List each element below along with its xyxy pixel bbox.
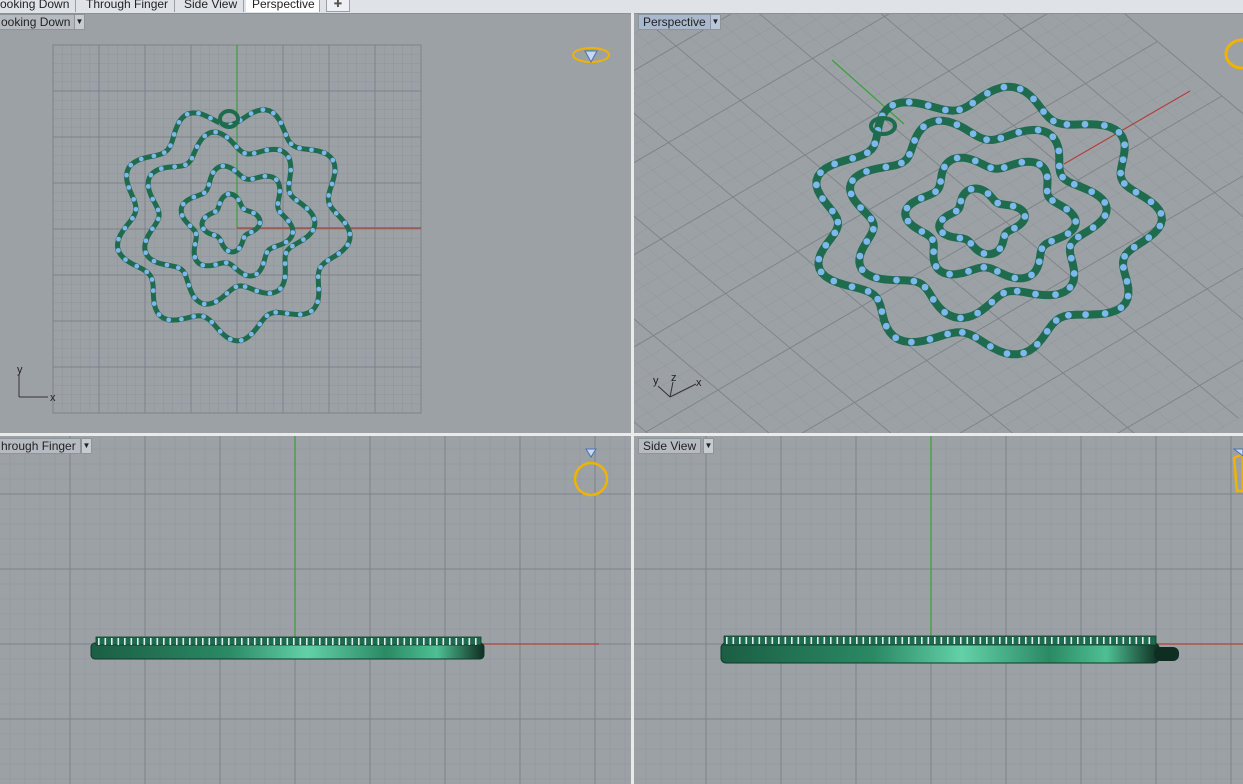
viewport-side-view[interactable]: Side View ▼ bbox=[634, 436, 1243, 784]
viewport-through-finger[interactable]: hrough Finger ▼ bbox=[0, 436, 631, 784]
side-view-canvas bbox=[634, 436, 1243, 784]
viewport-menu-dropdown[interactable]: ▼ bbox=[710, 14, 721, 30]
svg-text:z: z bbox=[671, 372, 677, 384]
viewport-looking-down[interactable]: x y ooking Down ▼ bbox=[0, 14, 631, 433]
viewport-label[interactable]: Side View bbox=[638, 438, 702, 454]
tab-looking-down[interactable]: ooking Down bbox=[0, 0, 77, 12]
svg-text:y: y bbox=[653, 375, 659, 387]
ring-side-icon[interactable] bbox=[1232, 448, 1243, 493]
chevron-down-icon: ▼ bbox=[75, 17, 84, 26]
viewport-menu-dropdown[interactable]: ▼ bbox=[74, 14, 85, 30]
pendant-side-profile bbox=[90, 636, 485, 660]
plus-icon: ✚ bbox=[333, 0, 343, 10]
viewport-menu-dropdown[interactable]: ▼ bbox=[703, 438, 714, 454]
perspective-canvas: y z x bbox=[634, 14, 1243, 433]
viewport-tab-bar: ooking Down Through Finger Side View Per… bbox=[0, 0, 1243, 14]
ring-perspective-icon[interactable] bbox=[1224, 38, 1243, 70]
tab-through-finger[interactable]: Through Finger bbox=[80, 0, 176, 12]
pendant-side-profile bbox=[720, 635, 1179, 664]
viewport-label[interactable]: Perspective bbox=[638, 14, 711, 30]
ring-top-icon[interactable] bbox=[572, 47, 610, 64]
pendant-top-view bbox=[115, 106, 353, 344]
top-view-canvas: x y bbox=[17, 44, 610, 414]
construction-grid bbox=[634, 436, 1243, 784]
viewport-perspective[interactable]: y z x Perspective ▼ bbox=[634, 14, 1243, 433]
tab-side-view[interactable]: Side View bbox=[178, 0, 245, 12]
svg-text:x: x bbox=[50, 392, 56, 404]
svg-text:y: y bbox=[17, 364, 23, 376]
construction-grid bbox=[0, 436, 631, 784]
world-axes-icon: x y bbox=[17, 364, 56, 404]
viewport-label[interactable]: ooking Down bbox=[0, 14, 76, 30]
chevron-down-icon: ▼ bbox=[704, 441, 713, 450]
world-axes-icon: y z x bbox=[653, 372, 702, 398]
viewport-label[interactable]: hrough Finger bbox=[0, 438, 81, 454]
viewport-menu-dropdown[interactable]: ▼ bbox=[81, 438, 92, 454]
pendant-perspective-view bbox=[812, 82, 1166, 359]
add-tab-button[interactable]: ✚ bbox=[326, 0, 350, 12]
tab-perspective[interactable]: Perspective bbox=[246, 0, 320, 12]
svg-text:x: x bbox=[696, 377, 702, 389]
pendant-bail bbox=[1154, 647, 1179, 661]
viewport-splitter-horizontal[interactable] bbox=[0, 433, 1243, 436]
chevron-down-icon: ▼ bbox=[82, 441, 91, 450]
viewport-splitter-vertical[interactable] bbox=[631, 13, 634, 784]
chevron-down-icon: ▼ bbox=[711, 17, 720, 26]
front-view-canvas bbox=[0, 436, 631, 784]
